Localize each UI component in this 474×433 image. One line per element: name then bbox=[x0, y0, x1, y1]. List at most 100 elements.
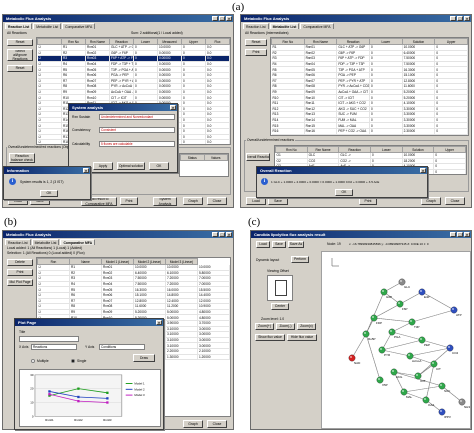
table-cell: PEP + CO2 -> OAA bbox=[336, 128, 370, 135]
maximize-icon[interactable]: □ bbox=[219, 232, 225, 237]
maximize-icon[interactable]: □ bbox=[457, 16, 463, 21]
data-point bbox=[48, 393, 51, 396]
dialog-ok-button[interactable]: OK bbox=[149, 162, 169, 170]
zoom-reset-button[interactable]: Zoom(x) bbox=[297, 323, 316, 330]
y-tick-label: 10 bbox=[30, 400, 34, 404]
print-button-right[interactable]: Print bbox=[245, 49, 267, 56]
reset-button-right[interactable]: Reset bbox=[245, 39, 267, 46]
close-button-b[interactable]: Close bbox=[207, 420, 227, 428]
table-row[interactable]: R16 Rxn16 PEP + CO2 -> OAA 0 2.30000 0 bbox=[271, 128, 468, 135]
tab-metabolite-list[interactable]: Metabolite List bbox=[269, 23, 300, 29]
table-cell: 2.30000 bbox=[402, 128, 436, 135]
data-point bbox=[77, 399, 80, 403]
data-point bbox=[106, 391, 109, 394]
tab-comparative-mfa[interactable]: Comparative MFA bbox=[62, 23, 96, 29]
perform-button[interactable]: Perform bbox=[291, 256, 309, 263]
table-cell: 0 bbox=[433, 169, 466, 174]
node-label: E4P bbox=[424, 295, 430, 299]
dialog-close-icon[interactable]: × bbox=[170, 105, 176, 110]
draw-button[interactable]: Draw bbox=[133, 354, 155, 362]
close-icon[interactable]: × bbox=[226, 16, 232, 21]
hide-flux-button[interactable]: Hide flux value bbox=[287, 334, 317, 341]
show-flux-button[interactable]: Show flux value bbox=[255, 334, 285, 341]
plot-title-input[interactable] bbox=[19, 336, 79, 342]
save-button-c[interactable]: Save bbox=[272, 241, 286, 248]
metabolite-table: Rxn No Rxn Name Reaction Lower Solution Upper… bbox=[270, 37, 469, 136]
rxn-sustain-label: Rxn Sustain bbox=[72, 115, 91, 119]
table-cell: AcCoA + OAA -> CIT bbox=[336, 89, 370, 96]
tab-reaction-list[interactable]: Reaction List bbox=[5, 23, 33, 29]
tab-reaction-list[interactable]: Reaction List bbox=[243, 23, 269, 29]
inner-table: Status Values bbox=[179, 153, 229, 177]
save-button-right[interactable]: Save bbox=[268, 197, 288, 205]
delete-button[interactable]: Delete bbox=[7, 259, 33, 266]
tab-comparative-mfa[interactable]: Comparative MFA bbox=[60, 239, 96, 245]
tab-metabolite-list[interactable]: Metabolite List bbox=[33, 23, 62, 29]
print-bottom-right[interactable]: Print bbox=[359, 197, 377, 205]
system-analysis-button[interactable]: System Analysis bbox=[153, 197, 177, 206]
load-button-c[interactable]: Load bbox=[256, 241, 270, 248]
close-button-right[interactable]: Close bbox=[445, 197, 465, 205]
node-label: MAL bbox=[406, 395, 413, 399]
optimal-solution-button[interactable]: Optimal solution bbox=[117, 162, 145, 170]
node-highlight bbox=[398, 302, 400, 304]
node-highlight bbox=[424, 398, 426, 400]
node-label: NH3 bbox=[464, 405, 470, 409]
info-ok-button[interactable]: OK bbox=[40, 190, 58, 197]
node-label: PEP bbox=[424, 343, 430, 347]
table-cell: AcCoA + OAA -> CIT bbox=[109, 89, 134, 96]
info-line-1: Local added: 1 (All Reactions) 1 (Local)… bbox=[7, 246, 83, 250]
table-cell: GLC + ATP -> G6P bbox=[336, 44, 370, 51]
minimize-icon[interactable]: _ bbox=[450, 232, 456, 237]
balance-check-button[interactable]: Reaction balance check bbox=[9, 153, 35, 163]
overall-close-icon[interactable]: × bbox=[420, 168, 426, 173]
minimize-icon[interactable]: _ bbox=[212, 16, 218, 21]
y-axis-select[interactable]: Conditions bbox=[99, 344, 145, 350]
metabolic-network-graph: G6P F6P FDP T3P PGA PEP PYR AcCoA CIT ICIT AKG SUC M… bbox=[331, 258, 470, 419]
mul-plot-page-button[interactable]: Mul Plot Page bbox=[7, 279, 33, 286]
viewing-offset-pad[interactable] bbox=[267, 275, 293, 301]
calculability-label: Calculability bbox=[72, 142, 91, 146]
close-icon[interactable]: × bbox=[464, 16, 470, 21]
tab-metabolite-list[interactable]: Metabolite List bbox=[31, 239, 60, 245]
tab-strip-b: Reaction List Metabolite List Comparativ… bbox=[3, 238, 233, 245]
minimize-icon[interactable]: _ bbox=[212, 232, 218, 237]
x-axis-select[interactable]: Reactions bbox=[31, 344, 77, 350]
zoom-out-button[interactable]: Zoom(-) bbox=[276, 323, 295, 330]
tab-reaction-list[interactable]: Reaction List bbox=[5, 239, 31, 245]
table-cell: 0.0 bbox=[205, 139, 230, 144]
select-ignore-button[interactable]: Select all/ignore Reactions bbox=[7, 49, 33, 61]
minimize-icon[interactable]: _ bbox=[450, 16, 456, 21]
maximize-icon[interactable]: □ bbox=[219, 16, 225, 21]
graph-button[interactable]: Graph bbox=[183, 197, 203, 205]
print-bottom-button[interactable]: Print bbox=[120, 197, 138, 205]
info-close-icon[interactable]: × bbox=[83, 168, 89, 173]
zoom-in-button[interactable]: Zoom(+) bbox=[255, 323, 274, 330]
center-button[interactable]: Center bbox=[271, 303, 289, 310]
graph-button-b[interactable]: Graph bbox=[183, 420, 203, 428]
node-label: G6P bbox=[386, 295, 392, 299]
single-radio[interactable] bbox=[71, 359, 75, 363]
reset-button-2[interactable]: Reset bbox=[7, 65, 33, 72]
multiple-radio[interactable] bbox=[31, 359, 35, 363]
print-button-b[interactable]: Print bbox=[7, 269, 33, 276]
reset-button[interactable]: Reset bbox=[7, 39, 33, 46]
apply-button[interactable]: Apply bbox=[93, 162, 113, 170]
save-as-button[interactable]: Save As bbox=[288, 241, 304, 248]
close-button[interactable]: Close bbox=[207, 197, 227, 205]
close-icon[interactable]: × bbox=[226, 232, 232, 237]
single-label: Single bbox=[77, 359, 87, 363]
maximize-icon[interactable]: □ bbox=[457, 232, 463, 237]
load-button-right[interactable]: Load bbox=[246, 197, 266, 205]
overall-reaction-button[interactable]: Overall Reaction bbox=[246, 153, 270, 161]
close-icon[interactable]: × bbox=[464, 232, 470, 237]
plot-title-label: Title bbox=[19, 330, 26, 334]
network-canvas[interactable]: G6P F6P FDP T3P PGA PEP PYR AcCoA CIT ICIT AKG SUC M… bbox=[321, 251, 471, 429]
node-highlight bbox=[420, 290, 422, 292]
graph-button-right[interactable]: Graph bbox=[421, 197, 441, 205]
table-cell: ICIT -> AKG + CO2 bbox=[336, 100, 370, 107]
plot-close-icon[interactable]: × bbox=[156, 320, 162, 325]
panel-label-b: (b) bbox=[4, 216, 17, 228]
overall-ok-button[interactable]: OK bbox=[335, 189, 353, 196]
tab-comparative-mfa[interactable]: Comparative MFA bbox=[300, 23, 334, 29]
